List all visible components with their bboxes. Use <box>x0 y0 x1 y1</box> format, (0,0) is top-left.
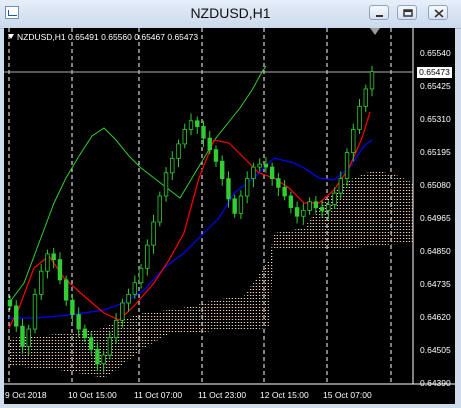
chart-canvas <box>4 28 455 385</box>
candle-body <box>188 120 194 130</box>
candle-body <box>357 105 362 130</box>
candle-body <box>220 160 225 180</box>
x-axis-label: 12 Oct 15:00 <box>260 390 309 400</box>
candle-body <box>288 195 294 208</box>
x-axis-label: 15 Oct 07:00 <box>323 390 372 400</box>
chart-legend: NZDUSD,H1 0.65491 0.65560 0.65467 0.6547… <box>8 32 198 42</box>
candle-body <box>88 337 94 350</box>
candle-body <box>120 302 125 321</box>
candle-body <box>201 126 206 139</box>
candle-body <box>151 221 156 246</box>
candle-body <box>51 253 56 261</box>
candle-body <box>313 201 319 208</box>
y-axis-label: 0.65080 <box>420 180 451 190</box>
candle-body <box>63 279 69 301</box>
restore-icon <box>403 9 413 17</box>
kumo-cloud <box>9 170 413 378</box>
candle-body <box>332 192 337 206</box>
y-axis-label: 0.64505 <box>420 345 451 355</box>
candle-body <box>82 328 88 339</box>
restore-button[interactable] <box>397 5 417 20</box>
candle-body <box>107 337 113 356</box>
candle-body <box>232 198 237 214</box>
legend-open: 0.65491 <box>68 32 99 42</box>
close-icon <box>434 9 444 18</box>
legend-symbol: NZDUSD,H1 <box>17 32 66 42</box>
candle-body <box>213 149 219 162</box>
current-price-tag: 0.65473 <box>417 67 452 78</box>
candle-body <box>307 201 312 211</box>
candle-body <box>294 207 300 217</box>
candle-body <box>45 253 50 272</box>
candle-body <box>70 299 75 315</box>
window-title: NZDUSD,H1 <box>190 5 271 21</box>
x-axis-label: 10 Oct 15:00 <box>68 390 117 400</box>
candle-body <box>244 178 250 197</box>
candle-body <box>269 166 275 180</box>
window-frame-bottom <box>0 404 461 408</box>
y-axis-label: 0.65425 <box>420 81 451 91</box>
candle-body <box>238 195 244 214</box>
candle-body <box>76 314 81 330</box>
candle-body <box>113 319 119 339</box>
candle-body <box>363 88 368 107</box>
minimize-icon <box>376 15 383 17</box>
title-bar[interactable]: NZDUSD,H1 <box>0 0 461 29</box>
candle-body <box>39 270 44 295</box>
y-axis-label: 0.64965 <box>420 213 451 223</box>
candle-body <box>326 204 331 211</box>
candle-body <box>20 325 25 347</box>
y-axis-label: 0.65310 <box>420 114 451 124</box>
candle-body <box>163 172 169 197</box>
candle-body <box>7 299 13 307</box>
candle-body <box>26 328 31 347</box>
candle-body <box>319 207 325 211</box>
close-button[interactable] <box>428 5 448 20</box>
y-axis-label: 0.65195 <box>420 147 451 157</box>
candle-body <box>176 143 181 159</box>
candle-body <box>276 178 281 188</box>
candle-body <box>351 129 356 153</box>
chart-shift-marker <box>370 28 380 35</box>
candle-body <box>182 129 187 145</box>
candle-body <box>132 282 138 295</box>
candle-body <box>282 186 287 197</box>
candle-body <box>226 178 231 200</box>
y-axis-label: 0.64620 <box>420 312 451 322</box>
candle-body <box>301 210 306 217</box>
y-axis-label: 0.64390 <box>420 378 451 388</box>
candle-body <box>101 354 106 365</box>
candle-body <box>251 166 256 180</box>
legend-high: 0.65560 <box>101 32 132 42</box>
candle-body <box>369 71 375 90</box>
triangle-down-icon <box>8 34 14 39</box>
y-axis-label: 0.64850 <box>420 246 451 256</box>
minimize-button[interactable] <box>369 5 389 20</box>
candle-body <box>145 244 150 269</box>
y-axis-label: 0.65540 <box>420 48 451 58</box>
x-axis-label: 11 Oct 07:00 <box>134 390 183 400</box>
candle-body <box>126 293 131 304</box>
x-axis-label: 9 Oct 2018 <box>5 390 47 400</box>
x-axis-label: 11 Oct 23:00 <box>198 390 247 400</box>
candle-body <box>338 178 343 194</box>
candle-body <box>195 120 200 127</box>
candle-body <box>207 137 212 151</box>
candle-body <box>14 305 19 327</box>
candle-body <box>170 157 175 174</box>
chart-window: NZDUSD,H1 NZDUSD,H1 0.65491 0.65560 0.65… <box>0 0 461 408</box>
y-axis-label: 0.64735 <box>420 279 451 289</box>
candle-body <box>263 163 269 168</box>
candle-body <box>32 293 38 330</box>
candle-body <box>95 348 100 365</box>
candle-body <box>157 195 162 223</box>
candle-body <box>138 267 144 284</box>
price-chart[interactable]: NZDUSD,H1 0.65491 0.65560 0.65467 0.6547… <box>4 28 455 404</box>
legend-low: 0.65467 <box>134 32 165 42</box>
candle-body <box>257 163 262 168</box>
candle-body <box>57 259 63 281</box>
candle-body <box>344 152 350 180</box>
legend-close: 0.65473 <box>167 32 199 42</box>
